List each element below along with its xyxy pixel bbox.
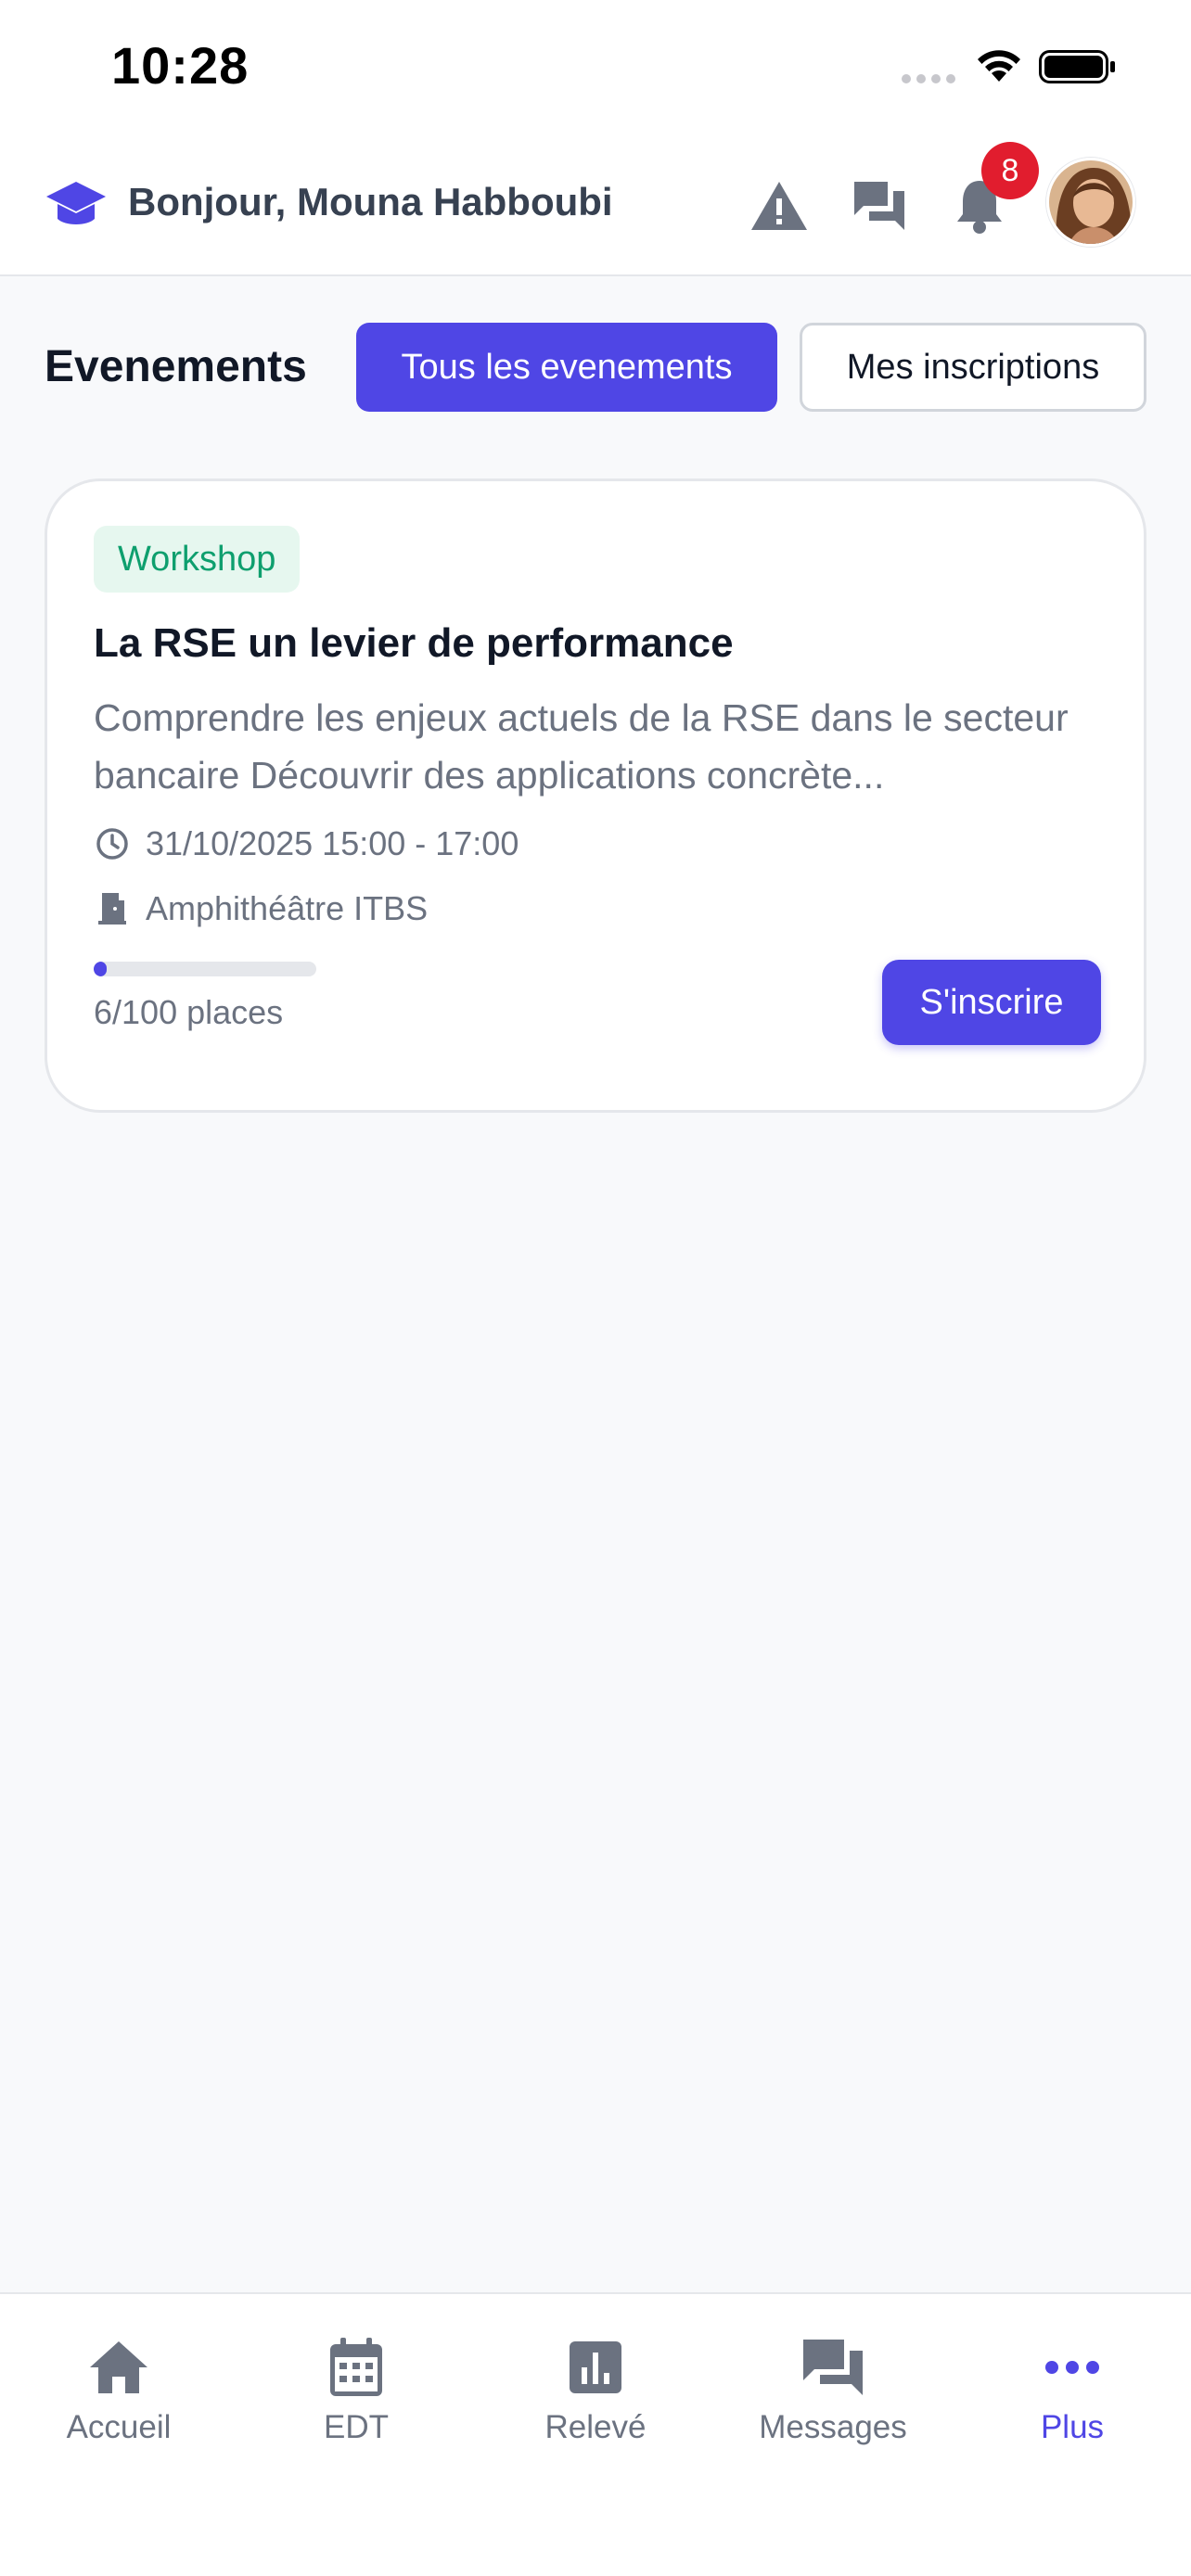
- status-time: 10:28: [111, 36, 250, 95]
- event-location-row: Amphithéâtre ITBS: [94, 889, 428, 928]
- event-title: La RSE un levier de performance: [94, 620, 734, 666]
- nav-item-edt[interactable]: EDT: [237, 2335, 475, 2446]
- greeting-text: Bonjour, Mouna Habboubi: [128, 180, 613, 223]
- event-date: 31/10/2025 15:00 - 17:00: [146, 824, 519, 862]
- nav-label: Accueil: [66, 2409, 172, 2445]
- nav-item-releve[interactable]: Relevé: [477, 2335, 714, 2446]
- cellular-signal-icon: [902, 72, 957, 85]
- chat-icon[interactable]: [848, 174, 911, 237]
- event-location: Amphithéâtre ITBS: [146, 889, 429, 927]
- event-date-row: 31/10/2025 15:00 - 17:00: [94, 824, 519, 863]
- events-screen: 10:28 Bonjour, Mouna Habboubi 8 Evenemen…: [0, 0, 1191, 2576]
- nav-label: EDT: [324, 2409, 389, 2445]
- event-type-badge: Workshop: [94, 526, 301, 593]
- avatar[interactable]: [1046, 158, 1135, 247]
- places-count: 6/100 places: [94, 993, 284, 1031]
- wifi-icon: [978, 50, 1020, 82]
- chart-icon: [563, 2335, 628, 2400]
- nav-label: Messages: [759, 2409, 907, 2445]
- warning-icon[interactable]: [748, 174, 811, 237]
- nav-label: Relevé: [544, 2409, 647, 2445]
- battery-icon: [1039, 50, 1115, 83]
- register-button[interactable]: S'inscrire: [882, 960, 1101, 1045]
- nav-label: Plus: [1040, 2409, 1105, 2445]
- capacity-progress-fill: [94, 962, 108, 976]
- graduation-cap-icon: [46, 182, 106, 224]
- capacity-progress-bar: [94, 962, 316, 976]
- page-title: Evenements: [45, 342, 307, 391]
- calendar-icon: [324, 2335, 389, 2400]
- bottom-nav: Accueil EDT Relevé Messages Plus: [0, 2292, 1191, 2576]
- event-card[interactable]: Workshop La RSE un levier de performance…: [45, 478, 1146, 1113]
- clock-icon: [94, 825, 131, 862]
- tab-all-events[interactable]: Tous les evenements: [356, 323, 777, 412]
- nav-item-messages[interactable]: Messages: [714, 2335, 952, 2446]
- nav-item-accueil[interactable]: Accueil: [0, 2335, 237, 2446]
- status-bar: 10:28: [0, 0, 1191, 139]
- tab-my-registrations[interactable]: Mes inscriptions: [800, 323, 1146, 412]
- messages-icon: [800, 2335, 865, 2400]
- nav-item-plus[interactable]: Plus: [954, 2335, 1191, 2446]
- event-description: Comprendre les enjeux actuels de la RSE …: [94, 696, 1069, 797]
- home-icon: [86, 2335, 151, 2400]
- more-icon: [1040, 2335, 1105, 2400]
- notification-badge: 8: [981, 142, 1039, 199]
- door-icon: [94, 890, 131, 927]
